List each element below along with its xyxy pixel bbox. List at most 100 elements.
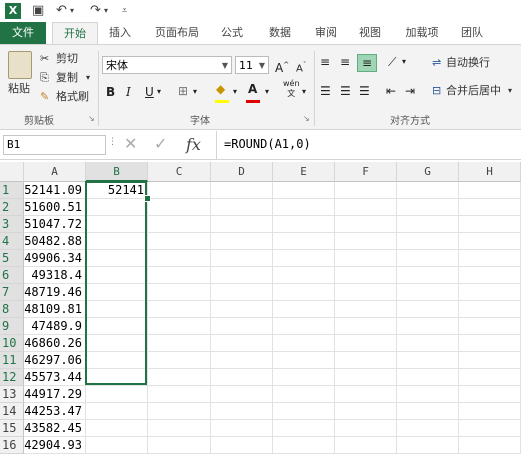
column-header-f[interactable]: F [335, 162, 397, 182]
increase-font-size-icon[interactable]: A^ [275, 57, 289, 76]
cell-h7[interactable] [459, 284, 521, 301]
copy-dropdown-icon[interactable]: ▾ [86, 70, 90, 86]
underline-dropdown-icon[interactable]: ▾ [157, 84, 161, 100]
undo-dropdown-icon[interactable]: ▾ [70, 2, 74, 20]
cell-e4[interactable] [273, 233, 335, 250]
cell-d15[interactable] [211, 420, 273, 437]
italic-button[interactable]: I [126, 84, 131, 100]
cell-a7[interactable]: 48719.46 [24, 284, 86, 301]
cell-g4[interactable] [397, 233, 459, 250]
redo-dropdown-icon[interactable]: ▾ [104, 2, 108, 20]
cell-a1[interactable]: 52141.09 [24, 182, 86, 199]
cell-h3[interactable] [459, 216, 521, 233]
cell-f3[interactable] [335, 216, 397, 233]
insert-function-icon[interactable]: fx [186, 135, 201, 154]
cell-e12[interactable] [273, 369, 335, 386]
row-header[interactable]: 1 [0, 182, 24, 199]
underline-button[interactable]: U [145, 84, 154, 100]
cell-e11[interactable] [273, 352, 335, 369]
cell-c1[interactable] [148, 182, 211, 199]
cell-e16[interactable] [273, 437, 335, 454]
tab-review[interactable]: 审阅 [308, 22, 344, 44]
cell-e15[interactable] [273, 420, 335, 437]
cell-e10[interactable] [273, 335, 335, 352]
phonetic-icon[interactable]: wén 文 [283, 79, 300, 99]
save-icon[interactable]: ▣ [32, 2, 44, 20]
cell-f14[interactable] [335, 403, 397, 420]
row-header[interactable]: 8 [0, 301, 24, 318]
cell-c2[interactable] [148, 199, 211, 216]
cell-h1[interactable] [459, 182, 521, 199]
clipboard-launcher-icon[interactable]: ↘ [88, 111, 95, 127]
wrap-text-button[interactable]: 自动换行 [446, 55, 490, 71]
align-left-icon[interactable]: ☰ [320, 83, 331, 99]
tab-page-layout[interactable]: 页面布局 [146, 22, 208, 44]
cell-d9[interactable] [211, 318, 273, 335]
customize-toolbar-icon[interactable]: ⩡ [122, 2, 127, 20]
merge-dropdown-icon[interactable]: ▾ [508, 83, 512, 99]
cell-e1[interactable] [273, 182, 335, 199]
cell-g7[interactable] [397, 284, 459, 301]
row-header[interactable]: 2 [0, 199, 24, 216]
cell-f13[interactable] [335, 386, 397, 403]
tab-insert[interactable]: 插入 [100, 22, 140, 44]
orientation-icon[interactable]: ⟋ [388, 54, 396, 70]
cell-c8[interactable] [148, 301, 211, 318]
cell-c13[interactable] [148, 386, 211, 403]
row-header[interactable]: 14 [0, 403, 24, 420]
tab-home[interactable]: 开始 [52, 22, 98, 45]
cell-g11[interactable] [397, 352, 459, 369]
copy-icon[interactable]: ⎘ [40, 70, 49, 86]
orientation-dropdown-icon[interactable]: ▾ [402, 54, 406, 70]
row-header[interactable]: 16 [0, 437, 24, 454]
align-bottom-icon[interactable]: ≡ [357, 54, 377, 72]
row-header[interactable]: 11 [0, 352, 24, 369]
column-header-c[interactable]: C [148, 162, 211, 182]
cell-g9[interactable] [397, 318, 459, 335]
cell-d5[interactable] [211, 250, 273, 267]
cell-d12[interactable] [211, 369, 273, 386]
cell-c7[interactable] [148, 284, 211, 301]
tab-addins[interactable]: 加载项 [398, 22, 446, 44]
cell-f8[interactable] [335, 301, 397, 318]
tab-data[interactable]: 数据 [262, 22, 298, 44]
cell-c10[interactable] [148, 335, 211, 352]
cell-f6[interactable] [335, 267, 397, 284]
cell-a12[interactable]: 45573.44 [24, 369, 86, 386]
cell-g13[interactable] [397, 386, 459, 403]
cell-h5[interactable] [459, 250, 521, 267]
cell-c11[interactable] [148, 352, 211, 369]
align-center-icon[interactable]: ☰ [340, 83, 351, 99]
copy-button[interactable]: 复制 [56, 70, 78, 86]
cell-a8[interactable]: 48109.81 [24, 301, 86, 318]
cell-e7[interactable] [273, 284, 335, 301]
tab-file[interactable]: 文件 [0, 22, 46, 44]
format-painter-button[interactable]: 格式刷 [56, 89, 89, 105]
cut-button[interactable]: 剪切 [56, 51, 78, 67]
column-header-h[interactable]: H [459, 162, 521, 182]
paste-icon[interactable] [8, 51, 32, 79]
cell-h2[interactable] [459, 199, 521, 216]
cell-f5[interactable] [335, 250, 397, 267]
cell-a2[interactable]: 51600.51 [24, 199, 86, 216]
name-box[interactable]: B1 [3, 135, 106, 155]
row-header[interactable]: 9 [0, 318, 24, 335]
fill-color-dropdown-icon[interactable]: ▾ [233, 84, 237, 100]
cell-a9[interactable]: 47489.9 [24, 318, 86, 335]
cell-f4[interactable] [335, 233, 397, 250]
cell-a5[interactable]: 49906.34 [24, 250, 86, 267]
cell-h10[interactable] [459, 335, 521, 352]
cell-a11[interactable]: 46297.06 [24, 352, 86, 369]
cell-a16[interactable]: 42904.93 [24, 437, 86, 454]
tab-team[interactable]: 团队 [454, 22, 490, 44]
cell-f16[interactable] [335, 437, 397, 454]
column-header-a[interactable]: A [24, 162, 86, 182]
redo-icon[interactable]: ↷ [90, 2, 101, 20]
cell-a10[interactable]: 46860.26 [24, 335, 86, 352]
fill-handle[interactable] [144, 195, 151, 202]
cell-d2[interactable] [211, 199, 273, 216]
cell-b15[interactable] [86, 420, 148, 437]
align-middle-icon[interactable]: ≡ [340, 54, 350, 70]
cell-e5[interactable] [273, 250, 335, 267]
cell-g15[interactable] [397, 420, 459, 437]
